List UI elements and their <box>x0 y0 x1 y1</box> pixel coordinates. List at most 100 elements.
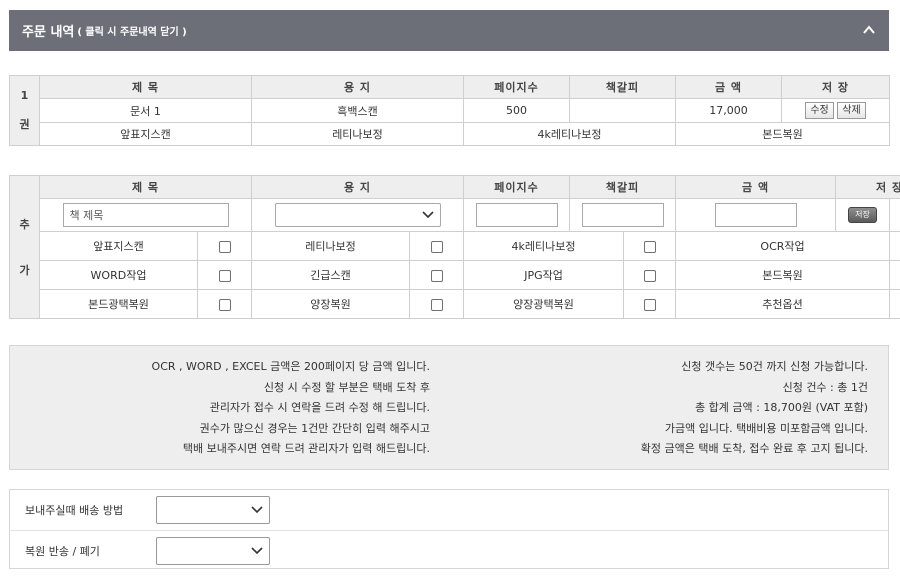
option-label: 본드복원 <box>675 260 891 290</box>
price-input[interactable] <box>714 203 797 227</box>
order-option-item: 4k레티나보정 <box>463 122 676 146</box>
add-title-cell: 책 제목 <box>38 198 253 232</box>
info-box: OCR , WORD , EXCEL 금액은 200페이지 당 금액 입니다. … <box>9 345 889 470</box>
add-col-header-save: 저 장 <box>835 175 900 199</box>
add-order-table: 추 가 제 목 용 지 페이지수 책갈피 금 액 저 장 책 제목 저장 취소 … <box>9 175 900 319</box>
info-note: OCR , WORD , EXCEL 금액은 200페이지 당 금액 입니다. <box>151 360 430 373</box>
order-history-subtitle: ( 클릭 시 주문내역 닫기 ) <box>77 27 187 38</box>
option-checkbox-cell <box>623 260 677 290</box>
col-header-paper: 용 지 <box>251 75 464 99</box>
info-summary-line: 신청 갯수는 50건 까지 신청 가능합니다. <box>681 360 868 373</box>
order-bookmark-value <box>569 98 676 123</box>
add-side-label-2: 가 <box>19 264 30 277</box>
option-checkbox[interactable] <box>430 240 443 253</box>
chevron-up-icon[interactable] <box>862 23 876 37</box>
option-checkbox[interactable] <box>430 298 443 311</box>
order-table: 1 권 제 목 용 지 페이지수 책갈피 금 액 저 장 문서 1 흑백스캔 5… <box>9 75 890 146</box>
order-paper-value: 흑백스캔 <box>251 98 464 123</box>
option-checkbox-cell <box>409 260 465 290</box>
info-note: 택배 보내주시면 연락 드려 관리자가 입력 해드립니다. <box>182 442 430 455</box>
option-checkbox[interactable] <box>218 298 231 311</box>
col-header-price: 금 액 <box>675 75 782 99</box>
order-history-header[interactable]: 주문 내역 ( 클릭 시 주문내역 닫기 ) <box>9 10 889 51</box>
option-label: WORD작업 <box>39 260 198 290</box>
add-cancel-cell: 취소 <box>889 198 900 232</box>
order-price-value: 17,000 <box>675 98 782 123</box>
bookmark-input[interactable] <box>581 203 664 227</box>
edit-button[interactable]: 수정 <box>805 102 834 119</box>
option-label: 긴급스캔 <box>251 260 411 290</box>
option-checkbox[interactable] <box>218 269 231 282</box>
info-summary-line: 신청 건수 : 총 1건 <box>782 380 868 394</box>
return-disposal-row: 복원 반송 / 폐기 <box>10 530 888 570</box>
info-summary-line: 가금액 입니다. 택배비용 미포함금액 입니다. <box>664 421 868 435</box>
info-summary-line: 총 합계 금액 : 18,700원 (VAT 포함) <box>695 401 868 414</box>
add-save-cell: 저장 <box>835 198 891 232</box>
order-pages-value: 500 <box>463 98 570 123</box>
option-label: 추천옵션 <box>675 289 891 319</box>
option-checkbox-cell <box>889 231 900 261</box>
order-index-number: 1 <box>20 89 29 102</box>
paper-select[interactable] <box>274 203 441 227</box>
save-button[interactable]: 저장 <box>848 207 877 223</box>
option-label: 양장광택복원 <box>463 289 625 319</box>
chevron-down-icon <box>251 506 263 514</box>
option-checkbox-cell <box>196 289 253 319</box>
chevron-down-icon <box>421 211 434 219</box>
order-index-cell: 1 권 <box>9 75 40 146</box>
option-checkbox[interactable] <box>218 240 231 253</box>
option-label: JPG작업 <box>463 260 625 290</box>
col-header-bookmark: 책갈피 <box>569 75 676 99</box>
option-label: 본드광택복원 <box>39 289 198 319</box>
option-checkbox-cell <box>409 289 465 319</box>
add-price-cell <box>675 198 837 232</box>
info-note: 관리자가 접수 시 연락을 드려 수정 해 드립니다. <box>209 401 430 414</box>
order-option-item: 레티나보정 <box>251 122 464 146</box>
add-col-header-price: 금 액 <box>675 175 837 199</box>
book-title-input[interactable]: 책 제목 <box>62 203 229 227</box>
return-disposal-label: 복원 반송 / 폐기 <box>25 544 100 558</box>
option-checkbox-cell <box>889 260 900 290</box>
add-col-header-title: 제 목 <box>38 175 253 199</box>
shipping-method-select[interactable] <box>156 496 270 524</box>
option-label: 4k레티나보정 <box>463 231 625 261</box>
order-actions-cell: 수정 삭제 <box>781 98 890 123</box>
info-notes-left: OCR , WORD , EXCEL 금액은 200페이지 당 금액 입니다. … <box>152 357 430 460</box>
option-checkbox-cell <box>889 289 900 319</box>
option-checkbox-cell <box>623 231 677 261</box>
order-option-item: 본드복원 <box>675 122 890 146</box>
add-bookmark-cell <box>569 198 677 232</box>
option-checkbox[interactable] <box>643 298 656 311</box>
add-pages-cell <box>463 198 571 232</box>
add-side-label-1: 추 <box>19 218 30 231</box>
shipping-options: 보내주실때 배송 방법 복원 반송 / 폐기 <box>9 489 889 569</box>
info-summary-right: 신청 갯수는 50건 까지 신청 가능합니다. 신청 건수 : 총 1건 총 합… <box>641 357 868 460</box>
order-title-value: 문서 1 <box>39 98 252 123</box>
option-checkbox[interactable] <box>430 269 443 282</box>
add-side-cell: 추 가 <box>9 175 40 319</box>
option-label: 앞표지스캔 <box>39 231 198 261</box>
option-checkbox[interactable] <box>643 269 656 282</box>
option-checkbox-cell <box>196 260 253 290</box>
order-option-item: 앞표지스캔 <box>39 122 252 146</box>
option-checkbox-cell <box>409 231 465 261</box>
option-label: 양장복원 <box>251 289 411 319</box>
option-checkbox[interactable] <box>643 240 656 253</box>
option-label: OCR작업 <box>675 231 891 261</box>
info-note: 권수가 많으신 경우는 1건만 간단히 입력 해주시고 <box>199 421 430 435</box>
option-label: 레티나보정 <box>251 231 411 261</box>
delete-button[interactable]: 삭제 <box>837 102 866 119</box>
page-count-input[interactable] <box>475 203 558 227</box>
option-checkbox-cell <box>623 289 677 319</box>
col-header-save: 저 장 <box>781 75 890 99</box>
add-col-header-bookmark: 책갈피 <box>569 175 677 199</box>
col-header-title: 제 목 <box>39 75 252 99</box>
return-disposal-select[interactable] <box>156 536 270 565</box>
col-header-pages: 페이지수 <box>463 75 570 99</box>
add-col-header-pages: 페이지수 <box>463 175 571 199</box>
order-history-title: 주문 내역 <box>22 25 75 40</box>
shipping-method-label: 보내주실때 배송 방법 <box>25 504 124 517</box>
add-col-header-paper: 용 지 <box>251 175 465 199</box>
add-paper-cell <box>251 198 465 232</box>
shipping-method-row: 보내주실때 배송 방법 <box>10 490 888 530</box>
